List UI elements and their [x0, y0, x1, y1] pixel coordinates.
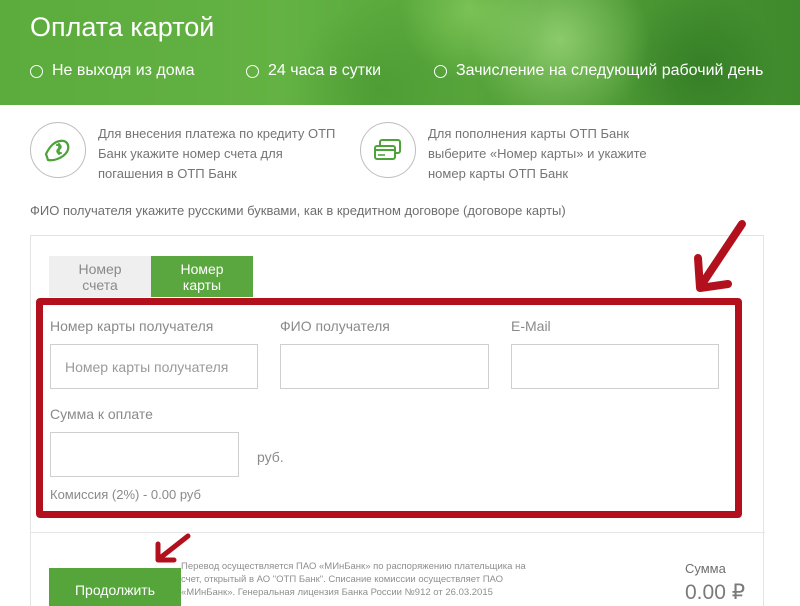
- feature-label: Зачисление на следующий рабочий день: [456, 62, 764, 79]
- annotation-highlight-box: [36, 298, 742, 518]
- sum-label: Сумма: [685, 561, 726, 576]
- divider: [31, 532, 765, 533]
- recipient-note: ФИО получателя укажите русскими буквами,…: [30, 203, 566, 218]
- tab-account-number[interactable]: Номер счета: [49, 256, 151, 297]
- cards-icon: [360, 122, 416, 178]
- sum-value: 0.00 ₽: [685, 581, 746, 604]
- feature-item: Зачисление на следующий рабочий день: [434, 62, 763, 80]
- info-credit-text: Для внесения платежа по кредиту ОТП Банк…: [98, 126, 336, 181]
- header-banner: Оплата картой Не выходя из дома 24 часа …: [0, 0, 800, 105]
- feature-item: Не выходя из дома: [30, 62, 195, 80]
- feature-label: 24 часа в сутки: [268, 62, 382, 79]
- circle-bullet-icon: [30, 64, 43, 78]
- continue-button[interactable]: Продолжить: [49, 568, 181, 606]
- tab-card-number[interactable]: Номер карты: [151, 256, 253, 297]
- info-credit: Для внесения платежа по кредиту ОТП Банк…: [30, 122, 348, 184]
- feature-item: 24 часа в сутки: [246, 62, 381, 80]
- tab-bar: Номер счета Номер карты: [49, 256, 253, 297]
- features-list: Не выходя из дома 24 часа в сутки Зачисл…: [30, 62, 800, 84]
- info-card: Для пополнения карты ОТП Банк выберите «…: [360, 122, 678, 184]
- info-card-text: Для пополнения карты ОТП Банк выберите «…: [428, 126, 647, 181]
- circle-bullet-icon: [434, 64, 447, 78]
- page-title: Оплата картой: [30, 12, 215, 42]
- red-arrow-icon: [155, 533, 191, 563]
- red-arrow-icon: [694, 220, 746, 292]
- circle-bullet-icon: [246, 64, 259, 78]
- hand-coin-icon: [30, 122, 86, 178]
- feature-label: Не выходя из дома: [52, 62, 195, 79]
- legal-text: Перевод осуществляется ПАО «МИнБанк» по …: [181, 561, 526, 598]
